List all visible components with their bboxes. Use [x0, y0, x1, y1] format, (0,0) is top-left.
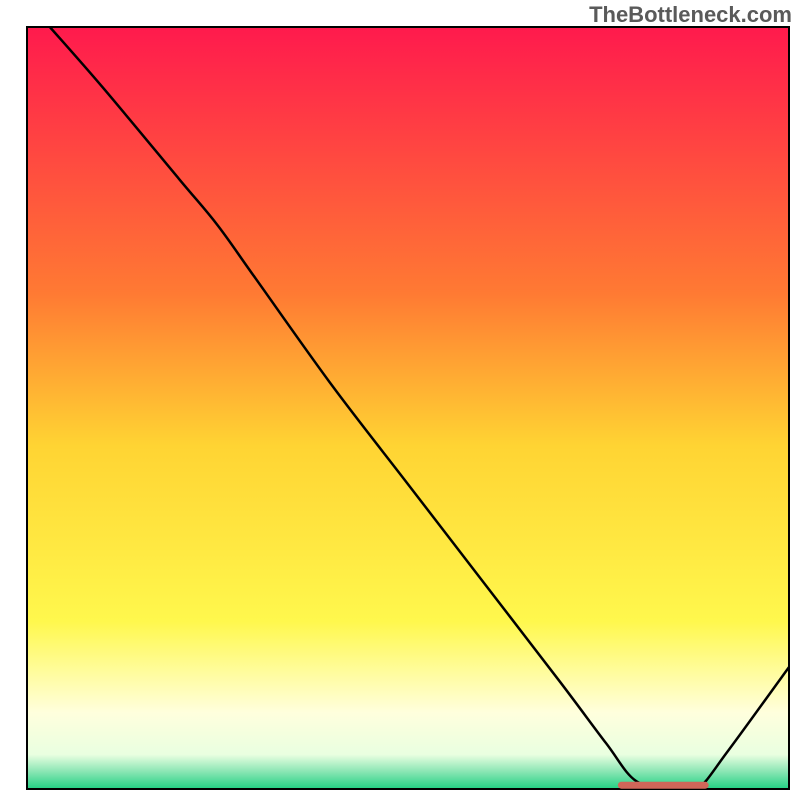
- chart-container: TheBottleneck.com: [0, 0, 800, 800]
- watermark-text: TheBottleneck.com: [589, 2, 792, 28]
- plot-background: [27, 27, 789, 789]
- chart-svg: [0, 0, 800, 800]
